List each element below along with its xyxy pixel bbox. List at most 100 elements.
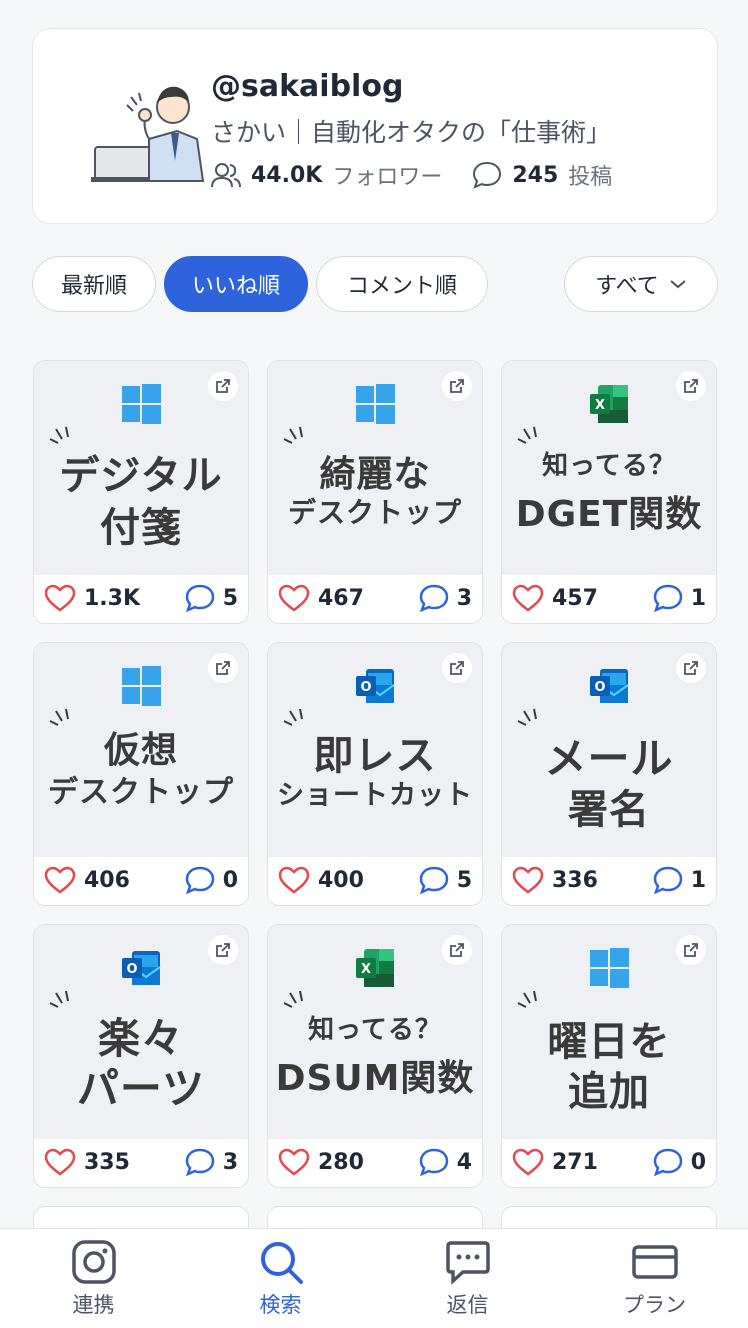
post-stats: 400 5 bbox=[268, 855, 482, 905]
likes-count: 457 bbox=[552, 585, 598, 611]
post-thumbnail[interactable]: O 楽々 パーツ bbox=[34, 925, 248, 1139]
profile-stats: 44.0K フォロワー 245 投稿 bbox=[211, 159, 642, 191]
comments-stat: 5 bbox=[419, 866, 472, 894]
external-link-icon bbox=[450, 661, 464, 675]
instagram-icon bbox=[71, 1240, 116, 1284]
thumbnail-title-line2: DGET関数 bbox=[515, 494, 703, 535]
thumbnail-title-line1: 仮想 bbox=[103, 730, 178, 771]
outlook-icon: O bbox=[590, 669, 629, 703]
external-link-button[interactable] bbox=[208, 371, 238, 401]
thumbnail-title-line2: ショートカット bbox=[277, 780, 473, 811]
svg-text:X: X bbox=[361, 962, 371, 977]
post-card[interactable]: X 知ってる？ DSUM関数 280 4 bbox=[267, 924, 483, 1188]
comments-count: 5 bbox=[222, 585, 238, 611]
nav-search[interactable]: 検索 bbox=[187, 1229, 374, 1328]
followers-label: フォロワー bbox=[332, 165, 443, 190]
comments-stat: 0 bbox=[653, 1148, 706, 1176]
external-link-icon bbox=[216, 379, 230, 393]
comments-stat: 1 bbox=[653, 866, 706, 894]
likes-stat: 271 bbox=[512, 1148, 598, 1176]
comment-icon bbox=[419, 866, 448, 894]
comments-stat: 0 bbox=[185, 866, 238, 894]
post-thumbnail[interactable]: デジタル 付箋 bbox=[34, 361, 248, 575]
likes-count: 406 bbox=[84, 867, 130, 893]
nav-connect[interactable]: 連携 bbox=[0, 1229, 187, 1328]
post-card[interactable]: X 知ってる？ DGET関数 457 1 bbox=[501, 360, 717, 624]
external-link-button[interactable] bbox=[442, 371, 472, 401]
likes-stat: 467 bbox=[278, 584, 364, 612]
external-link-button[interactable] bbox=[208, 653, 238, 683]
nav-plan-label: プラン bbox=[623, 1293, 686, 1317]
post-card[interactable]: 綺麗な デスクトップ 467 3 bbox=[267, 360, 483, 624]
external-link-button[interactable] bbox=[442, 935, 472, 965]
likes-count: 1.3K bbox=[84, 585, 141, 611]
post-card[interactable]: O メール 署名 336 1 bbox=[501, 642, 717, 906]
profile-avatar bbox=[91, 86, 205, 182]
external-link-button[interactable] bbox=[442, 653, 472, 683]
external-link-button[interactable] bbox=[676, 935, 706, 965]
followers-count: 44.0K bbox=[251, 162, 323, 188]
windows-icon bbox=[590, 948, 629, 988]
heart-icon bbox=[44, 866, 76, 894]
likes-stat: 457 bbox=[512, 584, 598, 612]
comment-icon bbox=[185, 584, 214, 612]
post-card[interactable]: O 楽々 パーツ 335 3 bbox=[33, 924, 249, 1188]
thumbnail-title-line2: パーツ bbox=[76, 1064, 206, 1113]
chat-bubble-icon bbox=[445, 1241, 490, 1285]
users-icon bbox=[211, 163, 241, 188]
post-stats: 335 3 bbox=[34, 1137, 248, 1187]
filter-all-dropdown[interactable]: すべて bbox=[564, 256, 718, 312]
credit-card-icon bbox=[631, 1245, 678, 1279]
filter-likes-button[interactable]: いいね順 bbox=[164, 256, 308, 312]
thumbnail-title-line2: 署名 bbox=[568, 787, 650, 833]
comments-count: 1 bbox=[690, 867, 706, 893]
external-link-button[interactable] bbox=[208, 935, 238, 965]
nav-plan[interactable]: プラン bbox=[561, 1229, 748, 1328]
heart-icon bbox=[278, 1148, 310, 1176]
posts-label: 投稿 bbox=[568, 165, 613, 190]
post-thumbnail[interactable]: 曜日を 追加 bbox=[502, 925, 716, 1139]
comments-count: 0 bbox=[222, 867, 238, 893]
likes-stat: 336 bbox=[512, 866, 598, 894]
posts-count: 245 bbox=[512, 162, 559, 188]
likes-stat: 1.3K bbox=[44, 584, 140, 612]
outlook-icon: O bbox=[356, 669, 395, 703]
thumbnail-title-line1: デジタル bbox=[59, 453, 223, 499]
heart-icon bbox=[278, 866, 310, 894]
search-icon bbox=[260, 1242, 303, 1284]
external-link-button[interactable] bbox=[676, 653, 706, 683]
nav-search-label: 検索 bbox=[259, 1293, 302, 1317]
heart-icon bbox=[44, 1148, 76, 1176]
excel-icon: X bbox=[356, 949, 394, 987]
post-thumbnail[interactable]: X 知ってる？ DGET関数 bbox=[502, 361, 716, 575]
post-thumbnail[interactable]: 綺麗な デスクトップ bbox=[268, 361, 482, 575]
post-stats: 1.3K 5 bbox=[34, 573, 248, 623]
nav-reply[interactable]: 返信 bbox=[374, 1229, 561, 1328]
filter-comments-button[interactable]: コメント順 bbox=[316, 256, 488, 312]
post-card[interactable]: 曜日を 追加 271 0 bbox=[501, 924, 717, 1188]
post-card[interactable]: デジタル 付箋 1.3K 5 bbox=[33, 360, 249, 624]
nav-connect-label: 連携 bbox=[72, 1293, 115, 1317]
post-thumbnail[interactable]: X 知ってる？ DSUM関数 bbox=[268, 925, 482, 1139]
post-card[interactable]: O 即レス ショートカット 400 5 bbox=[267, 642, 483, 906]
post-stats: 280 4 bbox=[268, 1137, 482, 1187]
svg-text:O: O bbox=[126, 962, 137, 977]
nav-reply-label: 返信 bbox=[446, 1293, 489, 1317]
followers-stat: 44.0K フォロワー bbox=[211, 159, 442, 191]
thumbnail-title-line1: 綺麗な bbox=[319, 454, 431, 495]
post-thumbnail[interactable]: O メール 署名 bbox=[502, 643, 716, 857]
external-link-icon bbox=[684, 661, 698, 675]
post-thumbnail[interactable]: O 即レス ショートカット bbox=[268, 643, 482, 857]
external-link-button[interactable] bbox=[676, 371, 706, 401]
comments-stat: 4 bbox=[419, 1148, 472, 1176]
excel-icon: X bbox=[590, 385, 628, 423]
post-card[interactable]: 仮想 デスクトップ 406 0 bbox=[33, 642, 249, 906]
likes-count: 336 bbox=[552, 867, 598, 893]
post-thumbnail[interactable]: 仮想 デスクトップ bbox=[34, 643, 248, 857]
comment-icon bbox=[653, 866, 682, 894]
comments-stat: 3 bbox=[419, 584, 472, 612]
comment-icon bbox=[653, 584, 682, 612]
comments-count: 5 bbox=[456, 867, 472, 893]
likes-stat: 400 bbox=[278, 866, 364, 894]
filter-newest-button[interactable]: 最新順 bbox=[32, 256, 156, 312]
